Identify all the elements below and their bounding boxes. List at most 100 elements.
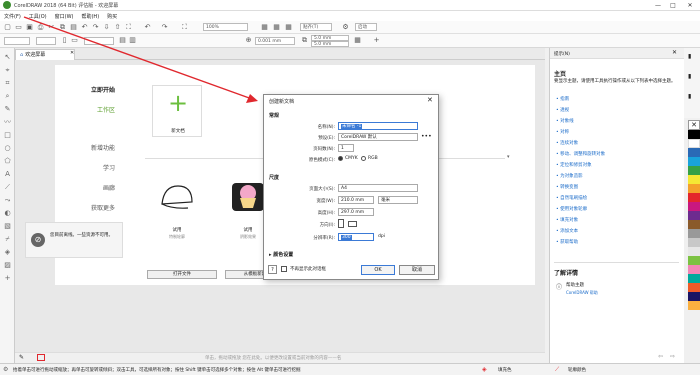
- redo2-icon[interactable]: ↷: [160, 23, 169, 32]
- settings-icon[interactable]: ⚙: [341, 23, 350, 32]
- connector-tool-icon[interactable]: ⤳: [3, 196, 12, 205]
- color-swatch[interactable]: [688, 130, 700, 139]
- topic-link[interactable]: • 移动、调整和旋转对象: [556, 151, 605, 157]
- color-swatch[interactable]: [688, 256, 700, 265]
- eyedropper-tool-icon[interactable]: ⌿: [3, 235, 12, 244]
- save-icon[interactable]: ▣: [25, 23, 34, 32]
- color-swatch[interactable]: [688, 148, 700, 157]
- rectangle-tool-icon[interactable]: □: [3, 131, 12, 140]
- units-select[interactable]: [84, 37, 114, 45]
- page-size-select[interactable]: [4, 37, 30, 45]
- tab-close-icon[interactable]: ✕: [70, 50, 74, 56]
- nav-get-more[interactable]: 获取更多: [91, 203, 115, 212]
- docker-tab-objects[interactable]: ▮: [688, 93, 691, 100]
- topic-link[interactable]: • 指南: [556, 96, 569, 102]
- parallel-dimension-icon[interactable]: ⟋: [3, 183, 12, 192]
- nav-workspace[interactable]: 工作区: [97, 105, 115, 114]
- menu-tools[interactable]: 工具(O): [29, 13, 47, 20]
- ellipse-tool-icon[interactable]: ○: [3, 144, 12, 153]
- width-field[interactable]: 210.0 mm: [338, 196, 374, 204]
- color-swatch[interactable]: [688, 193, 700, 202]
- units-select[interactable]: 毫米: [378, 196, 418, 204]
- copy-icon[interactable]: ⧉: [58, 23, 67, 32]
- topic-link[interactable]: • 对称: [556, 129, 569, 135]
- paste-icon[interactable]: ▤: [69, 23, 78, 32]
- dialog-close-icon[interactable]: ✕: [427, 96, 433, 104]
- ok-button[interactable]: OK: [361, 265, 395, 275]
- template-card-1[interactable]: 试用 特制轮廓: [152, 177, 202, 252]
- minimize-icon[interactable]: —: [652, 1, 664, 10]
- docker-tab-hints[interactable]: ▮: [688, 53, 691, 60]
- dont-show-checkbox[interactable]: [281, 266, 287, 272]
- topic-link[interactable]: • 对象线: [556, 118, 574, 124]
- maximize-icon[interactable]: □: [667, 1, 679, 10]
- nav-gallery[interactable]: 画廊: [103, 183, 115, 192]
- pen-icon[interactable]: ✎: [19, 354, 24, 361]
- topic-link[interactable]: • 为对象造影: [556, 173, 583, 179]
- height-field[interactable]: 297.0 mm: [338, 208, 374, 216]
- preset-select[interactable]: CorelDRAW 默认: [338, 133, 418, 141]
- nudge-distance-field[interactable]: 0.001 mm: [255, 37, 295, 45]
- shadow-tool-icon[interactable]: ◐: [3, 209, 12, 218]
- undo2-icon[interactable]: ↶: [143, 23, 152, 32]
- add-icon[interactable]: +: [372, 36, 381, 45]
- outline-icon[interactable]: ⟋: [555, 366, 559, 374]
- pages-field[interactable]: 1: [338, 144, 354, 152]
- color-swatch[interactable]: [688, 139, 700, 148]
- color-swatch[interactable]: [688, 211, 700, 220]
- menu-buy[interactable]: 购买: [107, 13, 117, 20]
- color-swatch[interactable]: [688, 301, 700, 310]
- forward-icon[interactable]: ⇨: [670, 353, 675, 360]
- color-swatch[interactable]: [688, 202, 700, 211]
- page-width-field[interactable]: [36, 37, 56, 45]
- interactive-fill-icon[interactable]: ◈: [3, 248, 12, 257]
- resolution-select[interactable]: 300: [338, 233, 374, 241]
- topic-link[interactable]: • 添加文本: [556, 228, 578, 234]
- close-icon[interactable]: ✕: [684, 1, 696, 10]
- cmyk-radio[interactable]: [338, 156, 343, 161]
- view-icon[interactable]: ▦: [260, 23, 269, 32]
- back-icon[interactable]: ⇦: [658, 353, 663, 360]
- color-swatch[interactable]: [688, 229, 700, 238]
- new-document-card[interactable]: + 新文档: [152, 85, 202, 137]
- color-swatch[interactable]: [688, 184, 700, 193]
- freehand-tool-icon[interactable]: ✎: [3, 105, 12, 114]
- units-drawing-icon[interactable]: ▦: [353, 36, 362, 45]
- topic-link[interactable]: • 使用对象轮廓: [556, 206, 587, 212]
- color-swatch[interactable]: [688, 265, 700, 274]
- panel-close-icon[interactable]: ✕: [672, 49, 677, 56]
- print-icon[interactable]: ⎙: [36, 23, 45, 32]
- color-swatch[interactable]: [688, 238, 700, 247]
- help-button[interactable]: ?: [268, 265, 277, 274]
- no-color-swatch[interactable]: ✕: [688, 120, 700, 130]
- tab-welcome[interactable]: ⌂ 欢迎屏幕: [15, 49, 75, 60]
- add-tool-icon[interactable]: +: [3, 274, 12, 283]
- topic-link[interactable]: • 自然笔刷描绘: [556, 195, 587, 201]
- color-swatch[interactable]: [688, 175, 700, 184]
- topic-link[interactable]: • 连续对象: [556, 140, 578, 146]
- menu-file[interactable]: 文件(F): [4, 13, 21, 20]
- new-document-icon[interactable]: ▢: [3, 23, 12, 32]
- undo-icon[interactable]: ↶: [80, 23, 89, 32]
- open-icon[interactable]: ▭: [14, 23, 23, 32]
- duplicate-y-field[interactable]: 5.0 mm: [311, 41, 349, 47]
- nav-learn[interactable]: 学习: [103, 163, 115, 172]
- grid-icon[interactable]: ▦: [284, 23, 293, 32]
- rgb-radio[interactable]: [361, 156, 366, 161]
- cancel-button[interactable]: 取消: [399, 265, 435, 275]
- rulers-icon[interactable]: ▦: [272, 23, 281, 32]
- page-size-select[interactable]: A4: [338, 184, 418, 192]
- publish-icon[interactable]: ⛶: [124, 23, 133, 32]
- expand-icon[interactable]: ▾: [507, 154, 510, 160]
- export-icon[interactable]: ⇧: [113, 23, 122, 32]
- color-swatch[interactable]: [688, 247, 700, 256]
- full-screen-icon[interactable]: ⛶: [180, 23, 189, 32]
- artistic-media-icon[interactable]: 〰: [3, 118, 12, 127]
- topic-link[interactable]: • 转换变图: [556, 184, 578, 190]
- launch-select[interactable]: 启动: [355, 23, 377, 31]
- help-topic-link[interactable]: CorelDRAW 帮助: [566, 290, 598, 296]
- section-color-settings[interactable]: ▸ 颜色设置: [269, 251, 293, 258]
- snap-to-select[interactable]: 贴齐(T): [300, 23, 332, 31]
- color-swatch[interactable]: [688, 292, 700, 301]
- text-tool-icon[interactable]: A: [3, 170, 12, 179]
